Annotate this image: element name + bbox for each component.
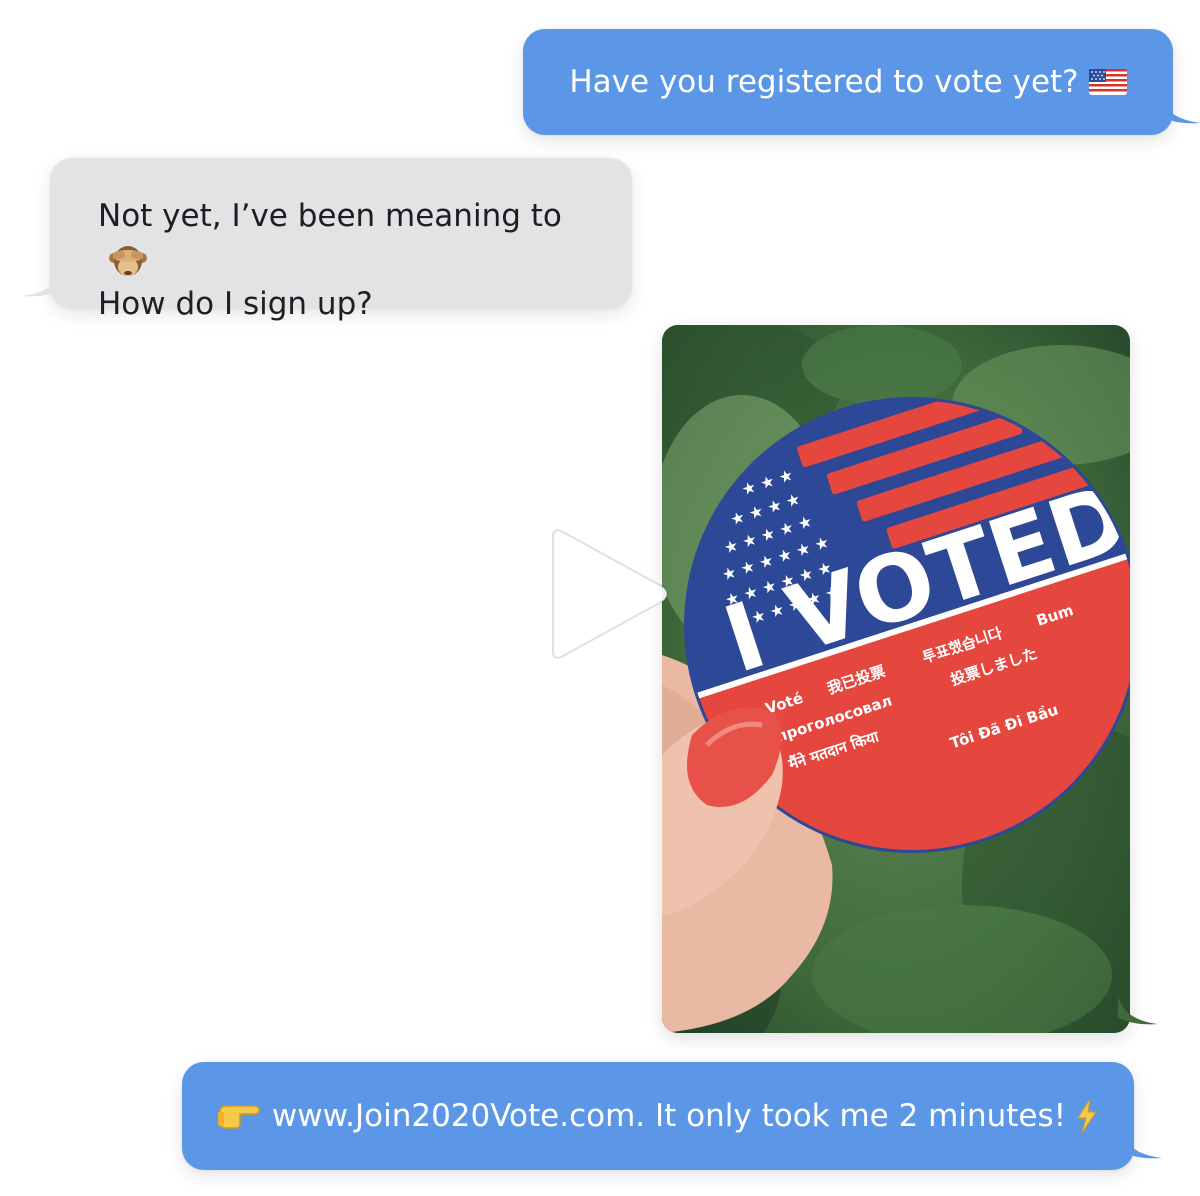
- video-attachment[interactable]: ★ ★ ★ ★ ★ ★ ★ ★ ★ ★ ★ ★ ★ ★ ★ ★ ★ ★ ★ ★ …: [662, 325, 1130, 1033]
- bubble-tail: [22, 270, 62, 297]
- message-line-1: Not yet, I’ve been meaning to: [98, 194, 602, 282]
- bubble-tail: [1161, 97, 1200, 124]
- message-text: www.Join2020Vote.com. It only took me 2 …: [271, 1098, 1067, 1134]
- play-icon[interactable]: [545, 527, 671, 661]
- message-bubble-received[interactable]: Not yet, I’ve been meaning to How do I s…: [22, 158, 632, 322]
- message-text: Have you registered to vote yet?: [569, 64, 1079, 100]
- bubble-tail: [1118, 996, 1158, 1025]
- us-flag-icon: [1088, 69, 1127, 95]
- pointing-hand-icon: [217, 1105, 260, 1129]
- bubble-tail: [1122, 1132, 1162, 1159]
- message-bubble-sent[interactable]: Have you registered to vote yet?: [523, 29, 1200, 135]
- see-no-evil-monkey-icon: [109, 245, 147, 276]
- voted-sticker-photo: ★ ★ ★ ★ ★ ★ ★ ★ ★ ★ ★ ★ ★ ★ ★ ★ ★ ★ ★ ★ …: [662, 325, 1130, 1033]
- lightning-icon: [1077, 1099, 1098, 1133]
- message-line-2: How do I sign up?: [98, 286, 373, 322]
- message-thread: Have you registered to vote yet? Not yet…: [0, 0, 1200, 1196]
- message-bubble-sent[interactable]: www.Join2020Vote.com. It only took me 2 …: [182, 1062, 1162, 1170]
